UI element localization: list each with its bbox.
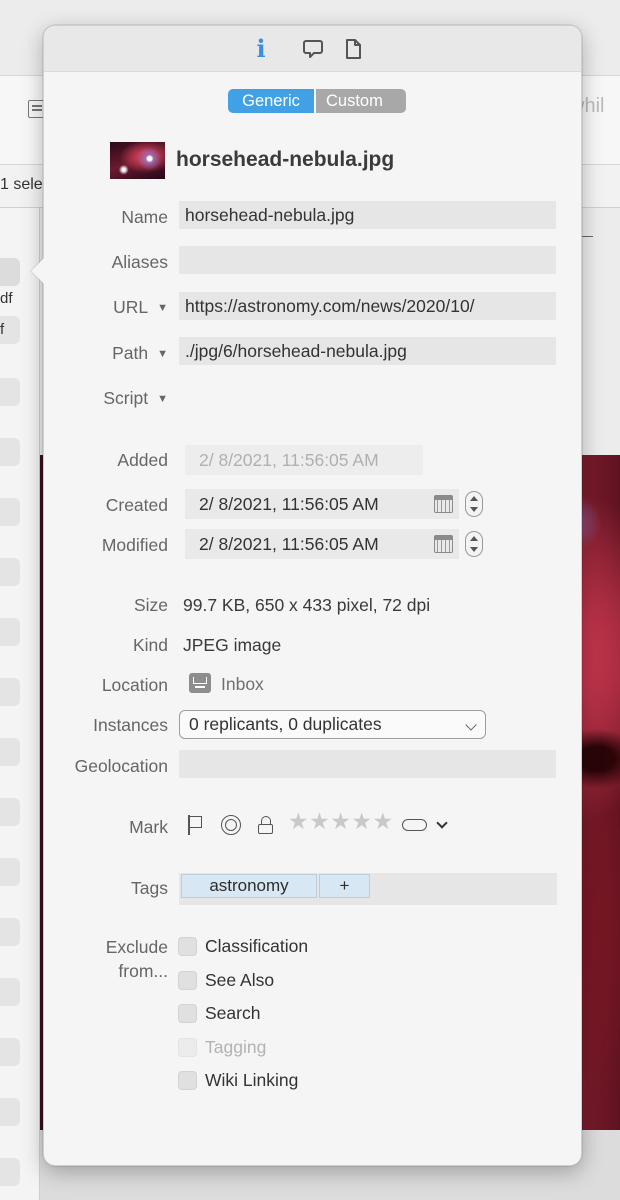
- add-tag-button[interactable]: +: [319, 874, 370, 898]
- selection-count: 1 sele: [0, 176, 43, 193]
- url-label: URL: [113, 297, 149, 317]
- checkbox[interactable]: [178, 1071, 197, 1090]
- calendar-icon[interactable]: [434, 535, 453, 553]
- list-item[interactable]: [0, 798, 20, 826]
- url-field[interactable]: https://astronomy.com/news/2020/10/: [179, 292, 556, 320]
- list-item[interactable]: [0, 678, 20, 706]
- info-glyph: i: [256, 34, 266, 63]
- path-dropdown-label[interactable]: Path ▼: [112, 343, 168, 364]
- mark-label: Mark: [129, 817, 168, 837]
- size-value: 99.7 KB, 650 x 433 pixel, 72 dpi: [183, 595, 431, 615]
- instances-value: 0 replicants, 0 duplicates: [189, 714, 382, 734]
- checkbox-label: Search: [205, 1003, 261, 1023]
- checkbox-label: Tagging: [205, 1037, 267, 1057]
- geolocation-label: Geolocation: [74, 756, 168, 776]
- calendar-icon[interactable]: [434, 495, 453, 513]
- caret-down-icon: ▼: [157, 348, 168, 360]
- modified-date-value: 2/ 8/2021, 11:56:05 AM: [199, 534, 379, 554]
- checkbox[interactable]: [178, 937, 197, 956]
- list-item[interactable]: [0, 558, 20, 586]
- created-date-stepper[interactable]: [465, 491, 483, 517]
- color-label-icon[interactable]: [402, 819, 427, 831]
- checkbox-label: See Also: [205, 970, 275, 990]
- url-dropdown-label[interactable]: URL ▼: [113, 297, 168, 318]
- unread-mark-icon[interactable]: [221, 815, 241, 835]
- speech-bubble-icon: [303, 40, 323, 58]
- rating-stars[interactable]: ★★★★★: [288, 809, 394, 835]
- name-field[interactable]: horsehead-nebula.jpg: [179, 201, 556, 229]
- flag-icon[interactable]: [187, 815, 203, 835]
- inbox-icon: [189, 673, 211, 693]
- modified-label: Modified: [101, 535, 168, 555]
- list-item[interactable]: [0, 918, 20, 946]
- segment-generic[interactable]: Generic: [228, 89, 314, 113]
- tags-label: Tags: [131, 878, 168, 898]
- info-inspector-popover: i Generic Custom horsehead-nebula.jpg Na…: [31, 25, 582, 1166]
- created-label: Created: [105, 495, 168, 515]
- script-dropdown-label[interactable]: Script ▼: [103, 388, 168, 409]
- caret-down-icon: ▼: [157, 393, 168, 405]
- tab-info-icon[interactable]: i: [246, 34, 276, 64]
- file-title: horsehead-nebula.jpg: [176, 148, 395, 171]
- caret-down-icon: ▼: [157, 302, 168, 314]
- kind-label: Kind: [132, 635, 168, 655]
- document-list: e df f: [0, 208, 40, 1200]
- name-label: Name: [121, 207, 168, 227]
- file-thumbnail: [110, 142, 165, 179]
- list-item-label[interactable]: f: [0, 321, 4, 338]
- modified-date-stepper[interactable]: [465, 531, 483, 557]
- tag-token[interactable]: astronomy: [181, 874, 317, 898]
- checkbox-label: Wiki Linking: [205, 1070, 299, 1090]
- location-value[interactable]: Inbox: [221, 674, 264, 695]
- list-item[interactable]: [0, 1158, 20, 1186]
- list-item[interactable]: [0, 858, 20, 886]
- script-label: Script: [103, 388, 149, 408]
- popover-arrow: [31, 258, 44, 284]
- path-field[interactable]: ./jpg/6/horsehead-nebula.jpg: [179, 337, 556, 365]
- list-item[interactable]: [0, 618, 20, 646]
- list-item[interactable]: [0, 1038, 20, 1066]
- instances-popup-button[interactable]: 0 replicants, 0 duplicates: [179, 710, 486, 739]
- chevron-down-icon: [465, 719, 477, 731]
- added-label: Added: [117, 450, 168, 470]
- created-date-field[interactable]: 2/ 8/2021, 11:56:05 AM: [185, 489, 459, 519]
- modified-date-field[interactable]: 2/ 8/2021, 11:56:05 AM: [185, 529, 459, 559]
- exclude-label-line2: from...: [118, 961, 168, 981]
- list-item[interactable]: [0, 978, 20, 1006]
- list-item[interactable]: [0, 378, 20, 406]
- list-item[interactable]: [0, 738, 20, 766]
- segment-custom[interactable]: Custom: [316, 89, 406, 113]
- aliases-label: Aliases: [111, 252, 168, 272]
- location-label: Location: [101, 675, 168, 695]
- document-icon: [346, 39, 361, 59]
- tab-document-icon[interactable]: [338, 34, 368, 64]
- checkbox[interactable]: [178, 971, 197, 990]
- lock-icon[interactable]: [258, 816, 274, 835]
- geolocation-field[interactable]: [179, 750, 556, 778]
- list-item-selected[interactable]: [0, 258, 20, 286]
- list-item[interactable]: [0, 498, 20, 526]
- aliases-field[interactable]: [179, 246, 556, 274]
- created-date-value: 2/ 8/2021, 11:56:05 AM: [199, 494, 379, 514]
- generic-custom-segmented-control: Generic Custom: [228, 89, 406, 113]
- list-item-label[interactable]: df: [0, 290, 13, 307]
- size-label: Size: [133, 595, 168, 615]
- added-date-field: 2/ 8/2021, 11:56:05 AM: [185, 445, 423, 475]
- chevron-down-icon[interactable]: [436, 817, 448, 829]
- exclude-label: Exclude: [105, 937, 168, 957]
- inspector-tab-bar: i: [44, 26, 581, 72]
- list-item[interactable]: [0, 438, 20, 466]
- list-item[interactable]: [0, 1098, 20, 1126]
- kind-value: JPEG image: [183, 635, 282, 655]
- checkbox[interactable]: [178, 1004, 197, 1023]
- path-label: Path: [112, 343, 149, 363]
- checkbox-label: Classification: [205, 936, 309, 956]
- instances-label: Instances: [93, 715, 168, 735]
- checkbox: [178, 1038, 197, 1057]
- tab-comments-icon[interactable]: [298, 34, 328, 64]
